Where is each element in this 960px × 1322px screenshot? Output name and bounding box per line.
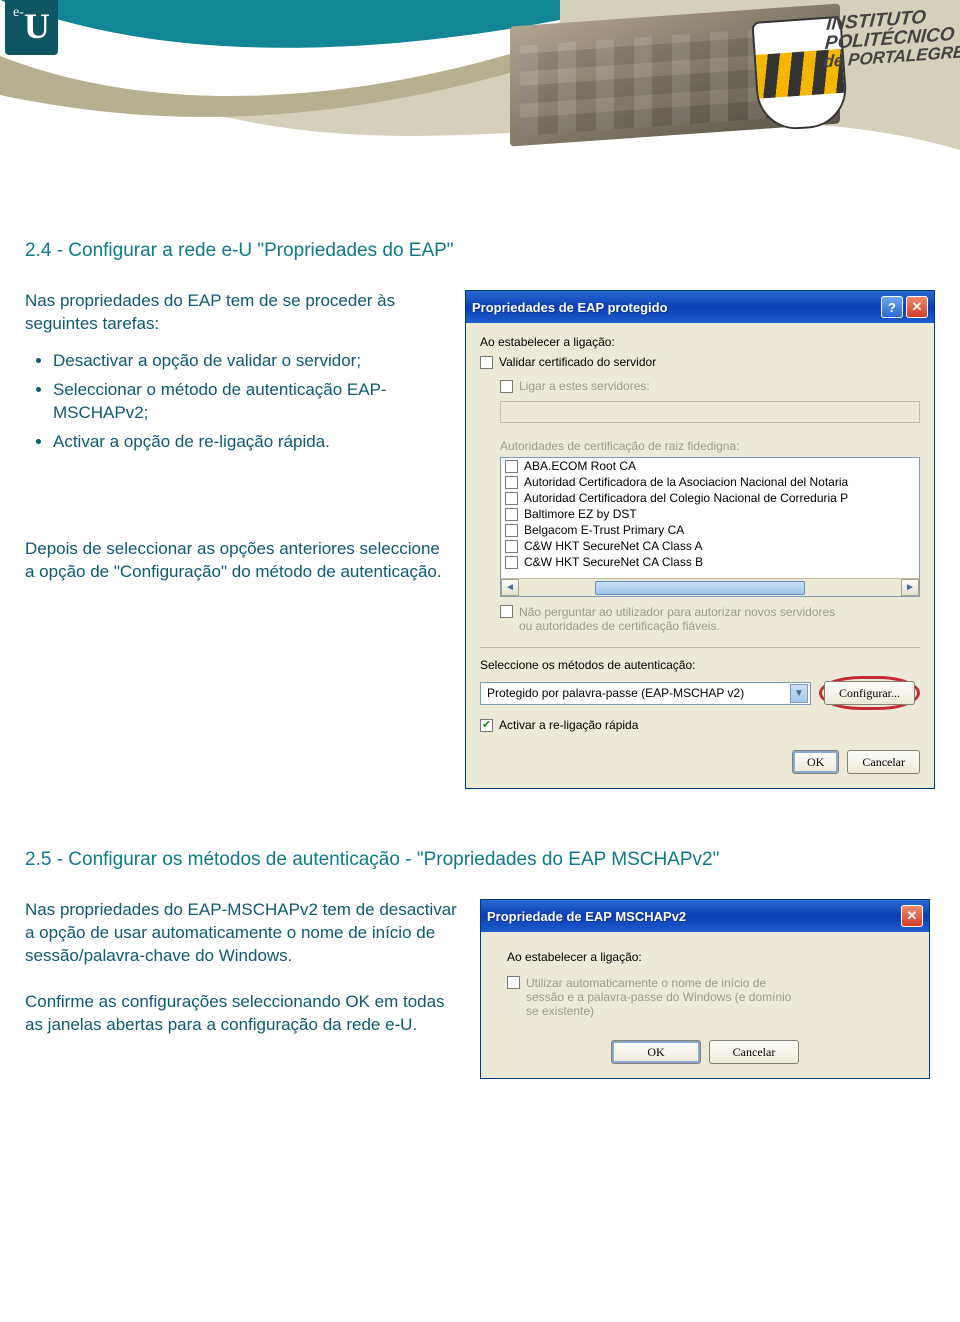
close-button[interactable]: ✕	[906, 296, 928, 318]
checkbox-auto-windows-creds-label: Utilizar automaticamente o nome de iníci…	[526, 976, 791, 1018]
section-2-5-p2: Confirme as configurações seleccionando …	[25, 991, 460, 1037]
checkbox-validate-cert-label: Validar certificado do servidor	[499, 355, 656, 369]
auth-method-select[interactable]: Protegido por palavra-passe (EAP-MSCHAP …	[480, 682, 811, 705]
scroll-thumb[interactable]	[595, 581, 805, 595]
listbox-hscrollbar[interactable]: ◄ ►	[501, 578, 919, 596]
checkbox-validate-cert[interactable]	[480, 356, 493, 369]
checkbox-connect-servers-label: Ligar a estes servidores:	[519, 379, 650, 393]
eu-logo-u: U	[24, 6, 50, 46]
dialog-titlebar[interactable]: Propriedades de EAP protegido ? ✕	[466, 291, 934, 323]
eap-properties-dialog: Propriedades de EAP protegido ? ✕ Ao est…	[465, 290, 935, 789]
bullet-item: Activar a opção de re-ligação rápida.	[53, 431, 445, 454]
checkbox-no-prompt-label: Não perguntar ao utilizador para autoriz…	[519, 605, 835, 633]
bullet-item: Desactivar a opção de validar o servidor…	[53, 350, 445, 373]
configure-highlight-circle: Configurar...	[819, 676, 920, 710]
ca-list-item: C&W HKT SecureNet CA Class B	[501, 554, 919, 570]
bullet-item: Seleccionar o método de autenticação EAP…	[53, 379, 445, 425]
label-root-ca: Autoridades de certificação de raiz fide…	[500, 439, 920, 453]
checkbox-fast-reconnect[interactable]	[480, 719, 493, 732]
eu-logo-e: e-	[13, 5, 24, 20]
chevron-down-icon: ▼	[790, 684, 808, 703]
ca-list-item: Belgacom E-Trust Primary CA	[501, 522, 919, 538]
ok-button[interactable]: OK	[792, 750, 839, 774]
section-2-4-intro: Nas propriedades do EAP tem de se proced…	[25, 290, 445, 336]
page-header: e-U INSTITUTO POLITÉCNICO de PORTALEGRE	[0, 0, 960, 190]
label-establish-connection: Ao estabelecer a ligação:	[507, 950, 903, 964]
checkbox-no-prompt[interactable]	[500, 605, 513, 618]
ca-list-item: ABA.ECOM Root CA	[501, 458, 919, 474]
section-2-4-bullets: Desactivar a opção de validar o servidor…	[53, 350, 445, 454]
section-2-5-title: 2.5 - Configurar os métodos de autentica…	[25, 849, 930, 871]
section-2-5-p1: Nas propriedades do EAP-MSCHAPv2 tem de …	[25, 899, 460, 968]
checkbox-fast-reconnect-label: Activar a re-ligação rápida	[499, 718, 638, 732]
auth-method-value: Protegido por palavra-passe (EAP-MSCHAP …	[487, 686, 744, 700]
ca-list-item: Autoridad Certificadora de la Asociacion…	[501, 474, 919, 490]
configure-button[interactable]: Configurar...	[824, 681, 915, 705]
cancel-button[interactable]: Cancelar	[709, 1040, 799, 1064]
eu-logo: e-U	[5, 0, 58, 55]
label-establish-connection: Ao estabelecer a ligação:	[480, 335, 920, 349]
close-button[interactable]: ✕	[901, 905, 923, 927]
dialog-titlebar[interactable]: Propriedade de EAP MSCHAPv2 ✕	[481, 900, 929, 932]
help-button[interactable]: ?	[881, 296, 903, 318]
section-2-4-title: 2.4 - Configurar a rede e-U "Propriedade…	[25, 240, 930, 262]
root-ca-listbox[interactable]: ABA.ECOM Root CA Autoridad Certificadora…	[500, 457, 920, 597]
scroll-right-arrow[interactable]: ►	[901, 579, 919, 596]
ca-list-item: Baltimore EZ by DST	[501, 506, 919, 522]
dialog-title: Propriedades de EAP protegido	[472, 300, 668, 315]
ipp-logo-text: INSTITUTO POLITÉCNICO de PORTALEGRE	[823, 4, 960, 70]
ca-list-item: C&W HKT SecureNet CA Class A	[501, 538, 919, 554]
checkbox-auto-windows-creds[interactable]	[507, 976, 520, 989]
mschapv2-properties-dialog: Propriedade de EAP MSCHAPv2 ✕ Ao estabel…	[480, 899, 930, 1079]
label-select-auth-method: Seleccione os métodos de autenticação:	[480, 658, 920, 672]
checkbox-connect-servers[interactable]	[500, 380, 513, 393]
ca-list-item: Autoridad Certificadora del Colegio Naci…	[501, 490, 919, 506]
servers-input	[500, 401, 920, 423]
ipp-logo: INSTITUTO POLITÉCNICO de PORTALEGRE	[751, 0, 960, 142]
cancel-button[interactable]: Cancelar	[847, 750, 920, 774]
section-2-4-after: Depois de seleccionar as opções anterior…	[25, 538, 445, 584]
ok-button[interactable]: OK	[611, 1040, 701, 1064]
dialog-title: Propriedade de EAP MSCHAPv2	[487, 909, 686, 924]
scroll-left-arrow[interactable]: ◄	[501, 579, 519, 596]
